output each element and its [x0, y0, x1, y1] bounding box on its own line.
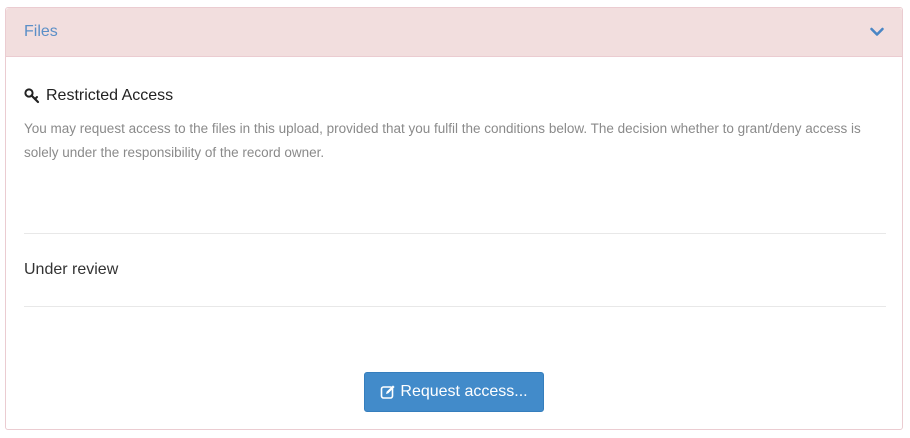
panel-footer: Request access... — [6, 372, 902, 412]
restricted-access-label: Restricted Access — [46, 87, 174, 104]
files-panel: Files Restricted Access You may request … — [5, 7, 903, 430]
divider — [24, 306, 886, 307]
access-description: You may request access to the files in t… — [24, 121, 861, 160]
key-icon — [24, 88, 40, 104]
request-access-button[interactable]: Request access... — [364, 372, 544, 412]
chevron-down-icon[interactable] — [868, 23, 886, 41]
review-status: Under review — [24, 261, 119, 278]
files-panel-header[interactable]: Files — [6, 8, 902, 57]
panel-title: Files — [24, 23, 58, 40]
restricted-access-heading: Restricted Access — [24, 87, 884, 105]
panel-body: Restricted Access You may request access… — [6, 87, 902, 307]
edit-icon — [380, 384, 396, 400]
request-access-label: Request access... — [400, 383, 528, 400]
